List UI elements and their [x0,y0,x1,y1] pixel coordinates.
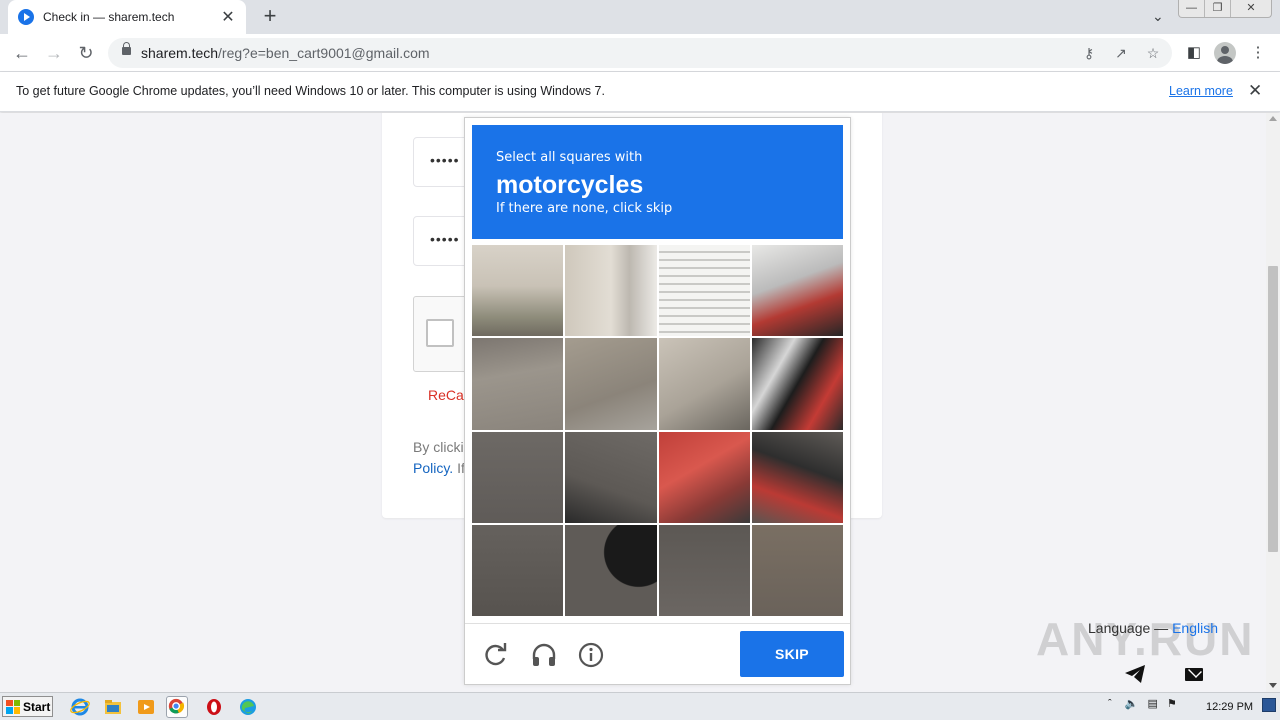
captcha-footer: SKIP [465,623,850,685]
browser-tab[interactable]: Check in — sharem.tech ✕ [8,0,246,34]
infobar-close-icon[interactable]: ✕ [1248,81,1262,101]
infobar-message: To get future Google Chrome updates, you… [16,84,605,98]
captcha-tile[interactable] [472,245,564,337]
action-center-flag-icon[interactable]: ⚑ [1167,698,1177,710]
captcha-tile[interactable] [472,524,564,616]
captcha-target: motorcycles [496,171,644,199]
windows-taskbar: Start ˆ 🔈 ▤ ⚑ 12:29 PM [0,692,1280,720]
captcha-image-grid [472,245,843,616]
captcha-tile[interactable] [565,245,657,337]
file-explorer-icon[interactable] [102,696,124,718]
update-infobar: To get future Google Chrome updates, you… [0,72,1280,112]
captcha-tile[interactable] [565,431,657,523]
window-controls: — ❐ ✕ [1178,0,1272,18]
lock-icon [122,42,131,55]
browser-toolbar: ← → ↻ sharem.tech/reg?e=ben_cart9001@gma… [0,34,1280,72]
opera-icon[interactable] [203,696,225,718]
mail-icon[interactable] [1185,668,1203,681]
captcha-hint: If there are none, click skip [496,201,673,216]
edge-icon[interactable] [237,696,259,718]
new-tab-button[interactable]: + [258,5,282,29]
captcha-tile[interactable] [751,431,843,523]
share-icon[interactable]: ↗ [1112,44,1130,62]
captcha-challenge: Select all squares with motorcycles If t… [464,117,851,685]
tray-expand-icon[interactable]: ˆ [1108,698,1112,710]
scroll-down-arrow-icon[interactable] [1269,683,1277,688]
scroll-up-arrow-icon[interactable] [1269,116,1277,121]
audio-challenge-icon[interactable] [531,642,557,668]
tab-search-chevron-icon[interactable]: ⌄ [1152,8,1164,25]
captcha-tile[interactable] [658,245,750,337]
skip-button[interactable]: SKIP [740,631,844,677]
language-selector: Language — English [1088,620,1218,636]
captcha-tile[interactable] [472,338,564,430]
reload-challenge-icon[interactable] [483,642,509,668]
media-player-icon[interactable] [135,696,157,718]
captcha-tile[interactable] [658,338,750,430]
captcha-tile[interactable] [658,431,750,523]
captcha-tile[interactable] [751,338,843,430]
tab-favicon-icon [18,9,34,25]
system-tray: ˆ 🔈 ▤ ⚑ [1108,697,1177,710]
tab-close-icon[interactable]: ✕ [220,7,236,27]
terms-text: By clicki Policy. If [413,439,465,476]
telegram-icon[interactable] [1124,664,1146,684]
tab-strip: Check in — sharem.tech ✕ + ⌄ — ❐ ✕ [0,0,1280,34]
captcha-tile[interactable] [565,338,657,430]
side-panel-icon[interactable]: ◧ [1183,42,1205,64]
start-button[interactable]: Start [2,696,53,717]
captcha-header: Select all squares with motorcycles If t… [472,125,843,239]
captcha-tile[interactable] [751,245,843,337]
minimize-icon[interactable]: — [1179,0,1205,17]
forward-icon[interactable]: → [41,40,67,66]
tab-title: Check in — sharem.tech [43,10,175,24]
url-text[interactable]: sharem.tech/reg?e=ben_cart9001@gmail.com [141,45,430,61]
reload-icon[interactable]: ↻ [73,40,99,66]
captcha-tile[interactable] [658,524,750,616]
captcha-tile[interactable] [751,524,843,616]
policy-link[interactable]: Policy. [413,460,453,476]
restore-icon[interactable]: ❐ [1205,0,1231,17]
key-icon[interactable]: ⚷ [1080,44,1098,62]
show-desktop-icon[interactable] [1262,698,1276,712]
chrome-taskbar-icon[interactable] [166,696,188,718]
recaptcha-checkbox[interactable] [426,319,454,347]
back-icon[interactable]: ← [9,40,35,66]
address-bar[interactable]: sharem.tech/reg?e=ben_cart9001@gmail.com… [108,38,1172,68]
internet-explorer-icon[interactable] [69,696,91,718]
captcha-instruction: Select all squares with [496,150,643,165]
learn-more-link[interactable]: Learn more [1169,84,1233,98]
captcha-tile[interactable] [565,524,657,616]
close-window-icon[interactable]: ✕ [1231,0,1271,17]
scroll-thumb[interactable] [1268,266,1278,552]
profile-avatar-icon[interactable] [1214,42,1236,64]
taskbar-clock[interactable]: 12:29 PM [1206,701,1253,713]
bookmark-star-icon[interactable]: ☆ [1144,44,1162,62]
info-icon[interactable] [578,642,604,668]
page-scrollbar[interactable] [1266,113,1280,692]
network-icon[interactable]: ▤ [1148,698,1158,710]
captcha-tile[interactable] [472,431,564,523]
windows-logo-icon [6,699,20,714]
menu-kebab-icon[interactable]: ⋮ [1247,42,1269,64]
volume-icon[interactable]: 🔈 [1125,698,1139,710]
language-link[interactable]: English [1172,620,1218,636]
